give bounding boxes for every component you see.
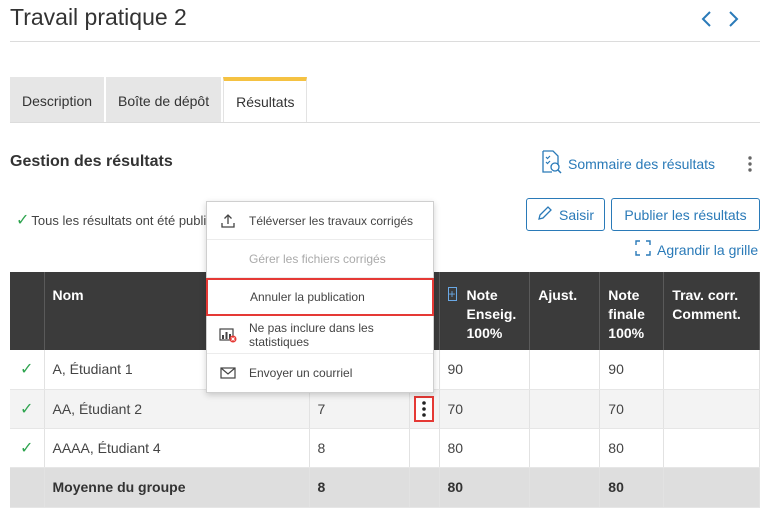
header-cell xyxy=(10,272,45,350)
enlarge-grid-link[interactable]: Agrandir la grille xyxy=(635,240,758,259)
footer-cell xyxy=(10,467,45,508)
note-cell: 90 xyxy=(439,350,531,390)
footer-cell xyxy=(663,467,760,508)
divider xyxy=(10,122,760,123)
tab-results[interactable]: Résultats xyxy=(223,77,308,123)
menu-item-label: Gérer les fichiers corrigés xyxy=(249,251,386,266)
summary-link[interactable]: Sommaire des résultats xyxy=(540,150,715,177)
page-title: Travail pratique 2 xyxy=(10,4,187,30)
group-average-final: 80 xyxy=(599,467,665,508)
report-icon xyxy=(540,150,562,177)
section-title: Gestion des résultats xyxy=(10,153,173,170)
final-cell: 80 xyxy=(599,428,665,468)
publish-status: ✓ Tous les résultats ont été publié xyxy=(16,210,214,230)
raw-score: 8 xyxy=(309,428,410,468)
published-check-icon: ✓ xyxy=(10,428,45,468)
upload-icon xyxy=(219,213,237,229)
expand-column-icon[interactable]: + xyxy=(447,287,457,301)
pager xyxy=(700,10,740,28)
student-name: AA, Étudiant 2 xyxy=(44,389,310,429)
enter-grades-button[interactable]: Saisir xyxy=(526,198,605,231)
menu-item-upload-corrected[interactable]: Téléverser les travaux corrigés xyxy=(207,202,433,240)
enlarge-grid-label: Agrandir la grille xyxy=(657,241,759,258)
menu-item-label: Téléverser les travaux corrigés xyxy=(249,213,414,228)
ajust-cell xyxy=(529,389,601,429)
header-note-label: Note Enseig. 100% xyxy=(466,287,517,341)
summary-link-label: Sommaire des résultats xyxy=(568,155,716,172)
menu-item-label: Ne pas inclure dans les statistiques xyxy=(249,320,374,349)
comments-cell xyxy=(663,428,760,468)
chevron-right-icon[interactable] xyxy=(728,10,740,28)
comments-cell xyxy=(663,389,760,429)
header-comments[interactable]: Trav. corr. Comment. xyxy=(663,272,760,350)
check-icon: ✓ xyxy=(16,212,30,229)
published-check-icon: ✓ xyxy=(10,350,45,390)
row-actions-menu: Téléverser les travaux corrigés Gérer le… xyxy=(206,201,434,393)
student-name: AAAA, Étudiant 4 xyxy=(44,428,310,468)
header-ajust[interactable]: Ajust. xyxy=(529,272,601,350)
group-average-label: Moyenne du groupe xyxy=(44,467,310,508)
table-footer-row: Moyenne du groupe 8 80 80 xyxy=(10,467,760,508)
publish-results-button[interactable]: Publier les résultats xyxy=(611,198,760,231)
divider xyxy=(10,41,760,42)
expand-icon xyxy=(635,240,651,259)
published-check-icon: ✓ xyxy=(10,389,45,429)
group-average-raw: 8 xyxy=(309,467,410,508)
ajust-cell xyxy=(529,428,601,468)
menu-item-send-email[interactable]: Envoyer un courriel xyxy=(207,354,433,392)
menu-item-label: Annuler la publication xyxy=(250,290,365,304)
footer-cell xyxy=(409,467,440,508)
tab-description[interactable]: Description xyxy=(10,77,105,123)
more-options-icon[interactable] xyxy=(747,155,753,178)
row-more-options-icon[interactable] xyxy=(414,395,434,422)
row-actions-cell xyxy=(409,389,440,429)
stats-excluded-icon xyxy=(219,327,237,343)
chevron-left-icon[interactable] xyxy=(700,10,712,28)
table-row: ✓ AAAA, Étudiant 4 8 80 80 xyxy=(10,428,760,468)
menu-item-cancel-publication[interactable]: Annuler la publication xyxy=(206,278,434,316)
header-final[interactable]: Note finale 100% xyxy=(599,272,665,350)
table-row: ✓ AA, Étudiant 2 7 70 70 xyxy=(10,389,760,429)
menu-item-label: Envoyer un courriel xyxy=(249,366,353,380)
row-actions-cell xyxy=(409,428,440,468)
publish-status-text: Tous les résultats ont été publié xyxy=(31,212,214,228)
header-note[interactable]: + Note Enseig. 100% xyxy=(439,272,531,350)
note-cell: 80 xyxy=(439,428,531,468)
raw-score: 7 xyxy=(309,389,410,429)
page: Travail pratique 2 Description Boîte de … xyxy=(0,0,770,514)
tab-bar: Description Boîte de dépôt Résultats xyxy=(10,77,308,123)
enter-grades-label: Saisir xyxy=(558,206,594,223)
email-icon xyxy=(219,367,237,379)
menu-item-exclude-stats[interactable]: Ne pas inclure dans les statistiques xyxy=(207,316,433,354)
group-average-note: 80 xyxy=(439,467,531,508)
final-cell: 70 xyxy=(599,389,665,429)
pencil-icon xyxy=(537,205,553,224)
note-cell: 70 xyxy=(439,389,531,429)
tab-dropbox[interactable]: Boîte de dépôt xyxy=(106,77,222,123)
menu-item-manage-files: Gérer les fichiers corrigés xyxy=(207,240,433,278)
footer-cell xyxy=(529,467,601,508)
comments-cell xyxy=(663,350,760,390)
final-cell: 90 xyxy=(599,350,665,390)
ajust-cell xyxy=(529,350,601,390)
